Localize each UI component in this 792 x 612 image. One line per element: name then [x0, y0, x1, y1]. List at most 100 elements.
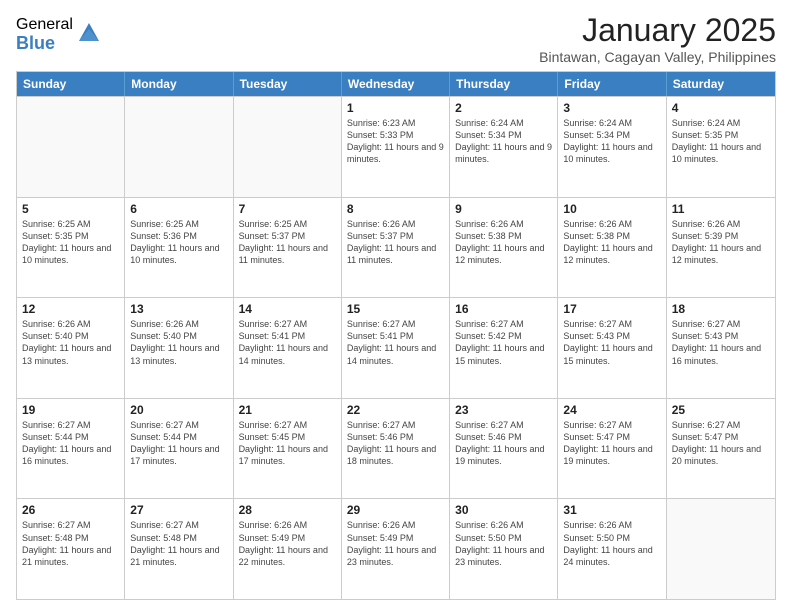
cell-info: Sunrise: 6:26 AM Sunset: 5:49 PM Dayligh…	[239, 520, 328, 566]
page: General Blue January 2025 Bintawan, Caga…	[0, 0, 792, 612]
cell-info: Sunrise: 6:27 AM Sunset: 5:47 PM Dayligh…	[563, 420, 652, 466]
logo: General Blue	[16, 16, 103, 53]
calendar-row-3: 19 Sunrise: 6:27 AM Sunset: 5:44 PM Dayli…	[17, 398, 775, 499]
cell-info: Sunrise: 6:27 AM Sunset: 5:45 PM Dayligh…	[239, 420, 328, 466]
calendar-cell: 16Sunrise: 6:27 AM Sunset: 5:42 PM Dayli…	[450, 298, 558, 398]
cell-info: Sunrise: 6:26 AM Sunset: 5:38 PM Dayligh…	[455, 219, 544, 265]
cell-info: Sunrise: 6:27 AM Sunset: 5:44 PM Dayligh…	[130, 420, 219, 466]
cell-info: Sunrise: 6:27 AM Sunset: 5:48 PM Dayligh…	[130, 520, 219, 566]
calendar-cell: 10 Sunrise: 6:26 AM Sunset: 5:38 PM Dayli…	[558, 198, 666, 298]
calendar-cell: 11 Sunrise: 6:26 AM Sunset: 5:39 PM Dayli…	[667, 198, 775, 298]
header-cell-friday: Friday	[558, 72, 666, 96]
day-number: 14	[239, 302, 336, 316]
cell-info: Sunrise: 6:26 AM Sunset: 5:38 PM Dayligh…	[563, 219, 652, 265]
header-cell-monday: Monday	[125, 72, 233, 96]
cell-info: Sunrise: 6:26 AM Sunset: 5:39 PM Dayligh…	[672, 219, 761, 265]
cell-info: Sunrise: 6:23 AM Sunset: 5:33 PM Dayligh…	[347, 118, 444, 164]
calendar-cell: 6Sunrise: 6:25 AM Sunset: 5:36 PM Daylig…	[125, 198, 233, 298]
calendar-cell: 23 Sunrise: 6:27 AM Sunset: 5:46 PM Dayli…	[450, 399, 558, 499]
cell-info: Sunrise: 6:27 AM Sunset: 5:44 PM Dayligh…	[22, 420, 111, 466]
header-cell-saturday: Saturday	[667, 72, 775, 96]
cell-info: Sunrise: 6:24 AM Sunset: 5:34 PM Dayligh…	[455, 118, 552, 164]
logo-general: General	[16, 16, 73, 34]
cell-info: Sunrise: 6:27 AM Sunset: 5:48 PM Dayligh…	[22, 520, 111, 566]
calendar-cell: 28 Sunrise: 6:26 AM Sunset: 5:49 PM Dayli…	[234, 499, 342, 599]
calendar: SundayMondayTuesdayWednesdayThursdayFrid…	[16, 71, 776, 600]
calendar-cell: 18Sunrise: 6:27 AM Sunset: 5:43 PM Dayli…	[667, 298, 775, 398]
calendar-cell: 14 Sunrise: 6:27 AM Sunset: 5:41 PM Dayli…	[234, 298, 342, 398]
day-number: 17	[563, 302, 660, 316]
day-number: 16	[455, 302, 552, 316]
calendar-cell: 12 Sunrise: 6:26 AM Sunset: 5:40 PM Dayli…	[17, 298, 125, 398]
calendar-cell: 5Sunrise: 6:25 AM Sunset: 5:35 PM Daylig…	[17, 198, 125, 298]
title-area: January 2025 Bintawan, Cagayan Valley, P…	[539, 12, 776, 65]
calendar-cell: 17 Sunrise: 6:27 AM Sunset: 5:43 PM Dayli…	[558, 298, 666, 398]
header-cell-sunday: Sunday	[17, 72, 125, 96]
calendar-cell: 24 Sunrise: 6:27 AM Sunset: 5:47 PM Dayli…	[558, 399, 666, 499]
cell-info: Sunrise: 6:24 AM Sunset: 5:35 PM Dayligh…	[672, 118, 761, 164]
day-number: 19	[22, 403, 119, 417]
day-number: 20	[130, 403, 227, 417]
cell-info: Sunrise: 6:26 AM Sunset: 5:40 PM Dayligh…	[130, 319, 219, 365]
day-number: 22	[347, 403, 444, 417]
calendar-row-2: 12 Sunrise: 6:26 AM Sunset: 5:40 PM Dayli…	[17, 297, 775, 398]
header: General Blue January 2025 Bintawan, Caga…	[16, 12, 776, 65]
day-number: 8	[347, 202, 444, 216]
cell-info: Sunrise: 6:26 AM Sunset: 5:50 PM Dayligh…	[455, 520, 544, 566]
cell-info: Sunrise: 6:27 AM Sunset: 5:46 PM Dayligh…	[455, 420, 544, 466]
day-number: 29	[347, 503, 444, 517]
cell-info: Sunrise: 6:27 AM Sunset: 5:43 PM Dayligh…	[563, 319, 652, 365]
day-number: 3	[563, 101, 660, 115]
calendar-cell: 9 Sunrise: 6:26 AM Sunset: 5:38 PM Daylig…	[450, 198, 558, 298]
header-cell-thursday: Thursday	[450, 72, 558, 96]
calendar-cell: 15Sunrise: 6:27 AM Sunset: 5:41 PM Dayli…	[342, 298, 450, 398]
logo-icon	[75, 19, 103, 47]
calendar-cell: 3 Sunrise: 6:24 AM Sunset: 5:34 PM Daylig…	[558, 97, 666, 197]
calendar-cell: 1 Sunrise: 6:23 AM Sunset: 5:33 PM Daylig…	[342, 97, 450, 197]
calendar-cell: 19 Sunrise: 6:27 AM Sunset: 5:44 PM Dayli…	[17, 399, 125, 499]
cell-info: Sunrise: 6:26 AM Sunset: 5:37 PM Dayligh…	[347, 219, 436, 265]
calendar-cell: 13 Sunrise: 6:26 AM Sunset: 5:40 PM Dayli…	[125, 298, 233, 398]
calendar-cell: 31Sunrise: 6:26 AM Sunset: 5:50 PM Dayli…	[558, 499, 666, 599]
calendar-cell: 7 Sunrise: 6:25 AM Sunset: 5:37 PM Daylig…	[234, 198, 342, 298]
day-number: 10	[563, 202, 660, 216]
day-number: 21	[239, 403, 336, 417]
cell-info: Sunrise: 6:26 AM Sunset: 5:49 PM Dayligh…	[347, 520, 436, 566]
day-number: 13	[130, 302, 227, 316]
day-number: 12	[22, 302, 119, 316]
cell-info: Sunrise: 6:24 AM Sunset: 5:34 PM Dayligh…	[563, 118, 652, 164]
day-number: 11	[672, 202, 770, 216]
calendar-row-4: 26Sunrise: 6:27 AM Sunset: 5:48 PM Dayli…	[17, 498, 775, 599]
day-number: 24	[563, 403, 660, 417]
cell-info: Sunrise: 6:27 AM Sunset: 5:47 PM Dayligh…	[672, 420, 761, 466]
cell-info: Sunrise: 6:25 AM Sunset: 5:36 PM Dayligh…	[130, 219, 219, 265]
day-number: 31	[563, 503, 660, 517]
calendar-row-0: 1 Sunrise: 6:23 AM Sunset: 5:33 PM Daylig…	[17, 96, 775, 197]
calendar-cell: 20 Sunrise: 6:27 AM Sunset: 5:44 PM Dayli…	[125, 399, 233, 499]
day-number: 5	[22, 202, 119, 216]
logo-blue: Blue	[16, 34, 73, 54]
day-number: 18	[672, 302, 770, 316]
cell-info: Sunrise: 6:27 AM Sunset: 5:41 PM Dayligh…	[239, 319, 328, 365]
calendar-cell: 8 Sunrise: 6:26 AM Sunset: 5:37 PM Daylig…	[342, 198, 450, 298]
calendar-cell: 4Sunrise: 6:24 AM Sunset: 5:35 PM Daylig…	[667, 97, 775, 197]
day-number: 23	[455, 403, 552, 417]
cell-info: Sunrise: 6:27 AM Sunset: 5:41 PM Dayligh…	[347, 319, 436, 365]
calendar-body: 1 Sunrise: 6:23 AM Sunset: 5:33 PM Daylig…	[17, 96, 775, 599]
calendar-cell: 30 Sunrise: 6:26 AM Sunset: 5:50 PM Dayli…	[450, 499, 558, 599]
day-number: 9	[455, 202, 552, 216]
cell-info: Sunrise: 6:27 AM Sunset: 5:46 PM Dayligh…	[347, 420, 436, 466]
day-number: 28	[239, 503, 336, 517]
day-number: 30	[455, 503, 552, 517]
calendar-header: SundayMondayTuesdayWednesdayThursdayFrid…	[17, 72, 775, 96]
cell-info: Sunrise: 6:26 AM Sunset: 5:40 PM Dayligh…	[22, 319, 111, 365]
logo-text: General Blue	[16, 16, 73, 53]
calendar-cell: 27Sunrise: 6:27 AM Sunset: 5:48 PM Dayli…	[125, 499, 233, 599]
calendar-cell	[234, 97, 342, 197]
day-number: 1	[347, 101, 444, 115]
cell-info: Sunrise: 6:25 AM Sunset: 5:37 PM Dayligh…	[239, 219, 328, 265]
calendar-cell: 22 Sunrise: 6:27 AM Sunset: 5:46 PM Dayli…	[342, 399, 450, 499]
calendar-cell: 21 Sunrise: 6:27 AM Sunset: 5:45 PM Dayli…	[234, 399, 342, 499]
header-cell-wednesday: Wednesday	[342, 72, 450, 96]
day-number: 7	[239, 202, 336, 216]
